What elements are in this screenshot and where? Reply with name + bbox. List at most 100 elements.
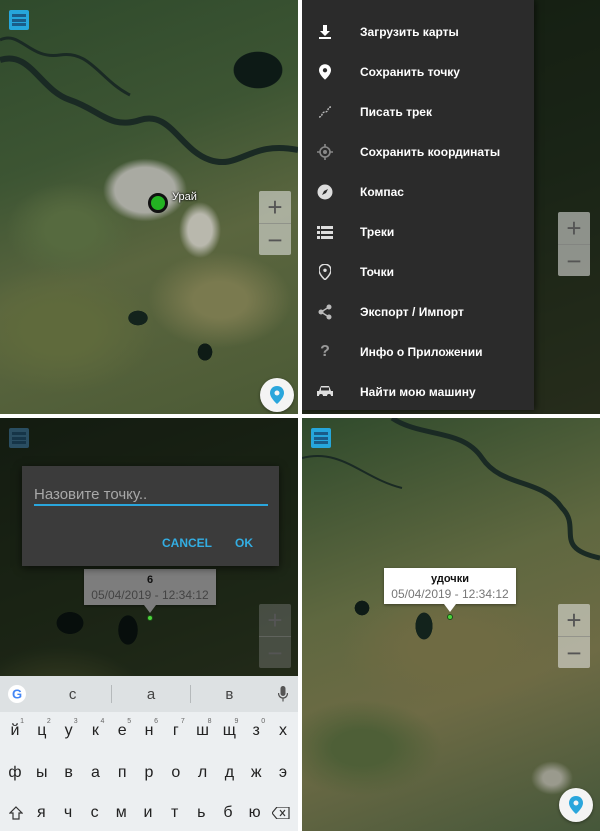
letter-key[interactable]: о [163, 758, 189, 788]
menu-button[interactable] [9, 10, 29, 30]
cancel-button[interactable]: CANCEL [162, 536, 212, 550]
suggestion[interactable]: с [34, 686, 111, 703]
current-location-marker[interactable] [148, 193, 168, 213]
key-label: а [90, 764, 100, 781]
zoom-out-button[interactable]: − [259, 223, 291, 255]
suggestion[interactable]: а [112, 686, 189, 703]
letter-key[interactable]: щ9 [216, 716, 242, 746]
key-label: с [90, 804, 99, 821]
map-panel-saved-point[interactable]: удочки 05/04/2019 - 12:34:12 + − [302, 418, 600, 831]
menu-item-label: Сохранить координаты [360, 145, 501, 159]
key-label: и [143, 804, 153, 821]
letter-key[interactable]: ь [188, 798, 214, 828]
letter-key[interactable]: ц2 [29, 716, 55, 746]
share-icon [314, 301, 336, 323]
menu-item-tracks[interactable]: Треки [302, 212, 534, 252]
keyboard-row: й1ц2у3к4е5н6г7ш8щ9з0х [0, 716, 298, 746]
key-hint: 9 [234, 718, 239, 725]
point-info-window[interactable]: удочки 05/04/2019 - 12:34:12 [384, 568, 516, 612]
letter-key[interactable]: у3 [56, 716, 82, 746]
letter-key[interactable]: з0 [243, 716, 269, 746]
letter-key[interactable]: т [162, 798, 188, 828]
ok-button[interactable]: OK [235, 536, 253, 550]
menu-item-label: Писать трек [360, 105, 432, 119]
car-icon [314, 381, 336, 403]
letter-key[interactable]: п [109, 758, 135, 788]
key-label: ф [8, 764, 22, 781]
menu-item-find-car[interactable]: Найти мою машину [302, 372, 534, 412]
letter-key[interactable]: л [190, 758, 216, 788]
shift-key[interactable] [4, 798, 28, 828]
letter-key[interactable]: с [82, 798, 108, 828]
zoom-in-button[interactable]: + [558, 604, 590, 636]
key-label: д [224, 764, 235, 781]
zoom-in-button[interactable]: + [558, 212, 590, 244]
menu-item-compass[interactable]: Компас [302, 172, 534, 212]
menu-item-download-maps[interactable]: Загрузить карты [302, 12, 534, 52]
letter-key[interactable]: е5 [109, 716, 135, 746]
letter-key[interactable]: ж [243, 758, 269, 788]
letter-key[interactable]: и [135, 798, 161, 828]
key-hint: 2 [46, 718, 51, 725]
letter-key[interactable]: ф [2, 758, 28, 788]
menu-item-label: Инфо о Приложении [360, 345, 483, 359]
letter-key[interactable]: ш8 [190, 716, 216, 746]
point-marker[interactable] [447, 614, 453, 620]
zoom-out-button[interactable]: − [259, 636, 291, 668]
map-panel-main[interactable]: Урай + − [0, 0, 298, 414]
letter-key[interactable]: а [82, 758, 108, 788]
letter-key[interactable]: г7 [163, 716, 189, 746]
menu-item-label: Найти мою машину [360, 385, 476, 399]
zoom-out-button[interactable]: − [558, 636, 590, 668]
point-info-window[interactable]: 6 05/04/2019 - 12:34:12 [84, 569, 216, 613]
menu-button[interactable] [9, 428, 29, 448]
key-label: ч [63, 804, 73, 821]
menu-item-label: Треки [360, 225, 395, 239]
key-hint: 6 [154, 718, 158, 725]
list-icon [314, 221, 336, 243]
add-point-button[interactable] [559, 788, 593, 822]
menu-item-app-info[interactable]: ? Инфо о Приложении [302, 332, 534, 372]
map-panel-name-dialog[interactable]: 6 05/04/2019 - 12:34:12 + − CANCEL OK G … [0, 418, 298, 831]
location-pin-icon [569, 796, 583, 814]
menu-item-label: Экспорт / Импорт [360, 305, 464, 319]
microphone-icon[interactable] [268, 686, 298, 702]
key-hint: 0 [261, 718, 266, 725]
menu-item-record-track[interactable]: Писать трек [302, 92, 534, 132]
menu-item-label: Сохранить точку [360, 65, 460, 79]
letter-key[interactable]: х [270, 716, 296, 746]
add-point-button[interactable] [260, 378, 294, 412]
point-title: 6 [146, 574, 154, 586]
letter-key[interactable]: ю [242, 798, 268, 828]
zoom-controls: + − [259, 604, 291, 668]
suggestion[interactable]: в [191, 686, 268, 703]
letter-key[interactable]: б [215, 798, 241, 828]
letter-key[interactable]: э [270, 758, 296, 788]
letter-key[interactable]: й1 [2, 716, 28, 746]
zoom-in-button[interactable]: + [259, 604, 291, 636]
menu-item-export-import[interactable]: Экспорт / Импорт [302, 292, 534, 332]
letter-key[interactable]: д [216, 758, 242, 788]
point-marker[interactable] [147, 615, 153, 621]
menu-item-save-point[interactable]: Сохранить точку [302, 52, 534, 92]
backspace-key[interactable] [268, 798, 294, 828]
menu-item-save-coordinates[interactable]: Сохранить координаты [302, 132, 534, 172]
zoom-out-button[interactable]: − [558, 244, 590, 276]
zoom-in-button[interactable]: + [259, 191, 291, 223]
letter-key[interactable]: в [56, 758, 82, 788]
menu-item-label: Загрузить карты [360, 25, 459, 39]
menu-item-points[interactable]: Точки [302, 252, 534, 292]
letter-key[interactable]: ы [29, 758, 55, 788]
letter-key[interactable]: я [28, 798, 54, 828]
letter-key[interactable]: к4 [82, 716, 108, 746]
letter-key[interactable]: м [108, 798, 134, 828]
letter-key[interactable]: н6 [136, 716, 162, 746]
menu-button[interactable] [311, 428, 331, 448]
google-icon[interactable]: G [0, 685, 34, 703]
track-path-icon [314, 101, 336, 123]
point-name-input[interactable] [34, 484, 268, 506]
letter-key[interactable]: р [136, 758, 162, 788]
key-label: б [223, 804, 233, 821]
map-panel-drawer[interactable]: + − Загрузить карты Сохранить точку Писа… [302, 0, 600, 414]
letter-key[interactable]: ч [55, 798, 81, 828]
